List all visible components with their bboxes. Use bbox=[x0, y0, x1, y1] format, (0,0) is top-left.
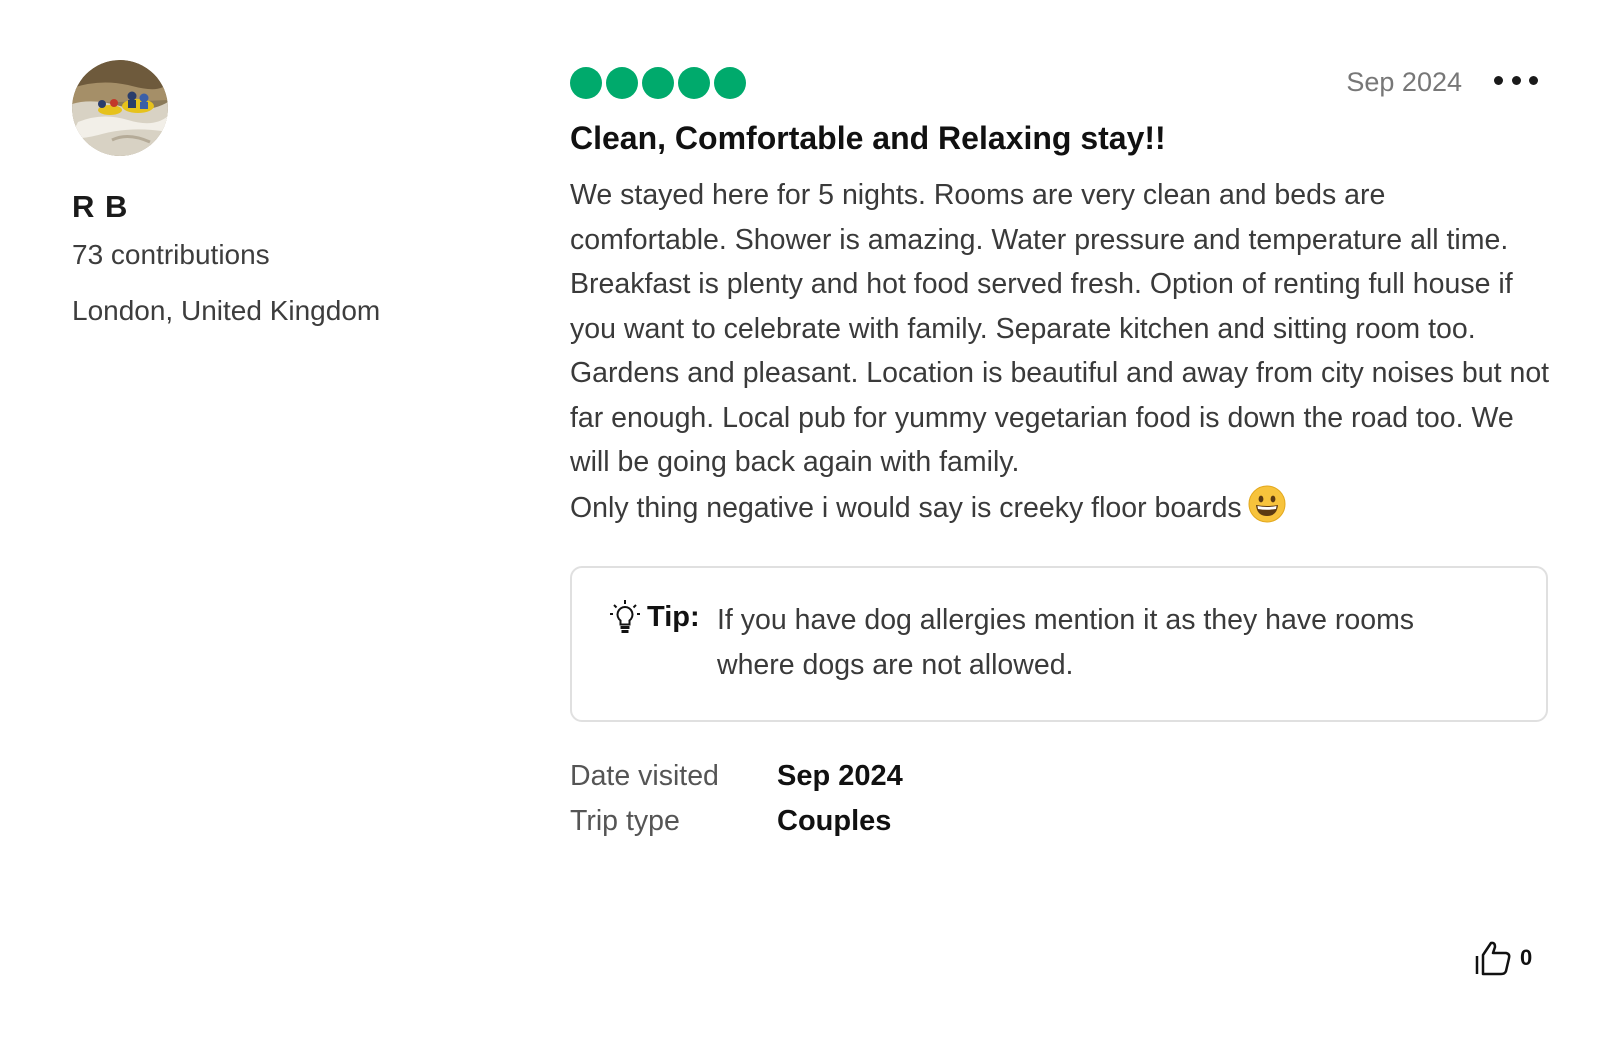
lightbulb-icon bbox=[610, 600, 640, 633]
reviewer-profile: R B 73 contributions London, United King… bbox=[72, 60, 492, 337]
review-content: Sep 2024 Clean, Comfortable and Relaxing… bbox=[570, 60, 1550, 844]
rating-bubble bbox=[642, 67, 674, 99]
avatar[interactable] bbox=[72, 60, 168, 156]
tip-label: Tip: bbox=[647, 601, 700, 633]
review-paragraph: Only thing negative i would say is creek… bbox=[570, 485, 1550, 531]
review-tip: Tip: If you have dog allergies mention i… bbox=[570, 566, 1548, 722]
fact-label: Date visited bbox=[570, 760, 719, 792]
fact-label: Trip type bbox=[570, 805, 680, 837]
helpful-count: 0 bbox=[1520, 945, 1533, 970]
fact-row-trip-type: Trip type Couples bbox=[570, 799, 1550, 844]
rating-bubble bbox=[606, 67, 638, 99]
reviewer-name[interactable]: R B bbox=[72, 189, 492, 225]
review-header: Sep 2024 bbox=[570, 60, 1550, 106]
rating-bubble bbox=[678, 67, 710, 99]
thumbs-up-icon bbox=[1475, 941, 1511, 976]
tip-text: If you have dog allergies mention it as … bbox=[717, 604, 1415, 681]
grinning-face-emoji bbox=[1248, 485, 1286, 522]
review-paragraph-text: Only thing negative i would say is creek… bbox=[570, 491, 1242, 524]
review-facts: Date visited Sep 2024 Trip type Couples bbox=[570, 754, 1550, 844]
helpful-vote-button[interactable]: 0 bbox=[1474, 940, 1532, 976]
ellipsis-icon[interactable] bbox=[1494, 64, 1538, 96]
review-title[interactable]: Clean, Comfortable and Relaxing stay!! bbox=[570, 120, 1550, 157]
reviewer-location: London, United Kingdom bbox=[72, 295, 381, 326]
reviewer-contributions: 73 contributions bbox=[72, 239, 270, 270]
rating-bubbles bbox=[570, 67, 746, 99]
review-paragraph: We stayed here for 5 nights. Rooms are v… bbox=[570, 179, 1550, 478]
fact-row-date-visited: Date visited Sep 2024 bbox=[570, 754, 1550, 799]
rating-bubble bbox=[570, 67, 602, 99]
rating-bubble bbox=[714, 67, 746, 99]
fact-value: Couples bbox=[777, 805, 892, 837]
review-body: We stayed here for 5 nights. Rooms are v… bbox=[570, 173, 1550, 530]
review-published-date: Sep 2024 bbox=[1346, 67, 1462, 97]
fact-value: Sep 2024 bbox=[777, 760, 903, 792]
review-card: R B 73 contributions London, United King… bbox=[0, 0, 1609, 1056]
